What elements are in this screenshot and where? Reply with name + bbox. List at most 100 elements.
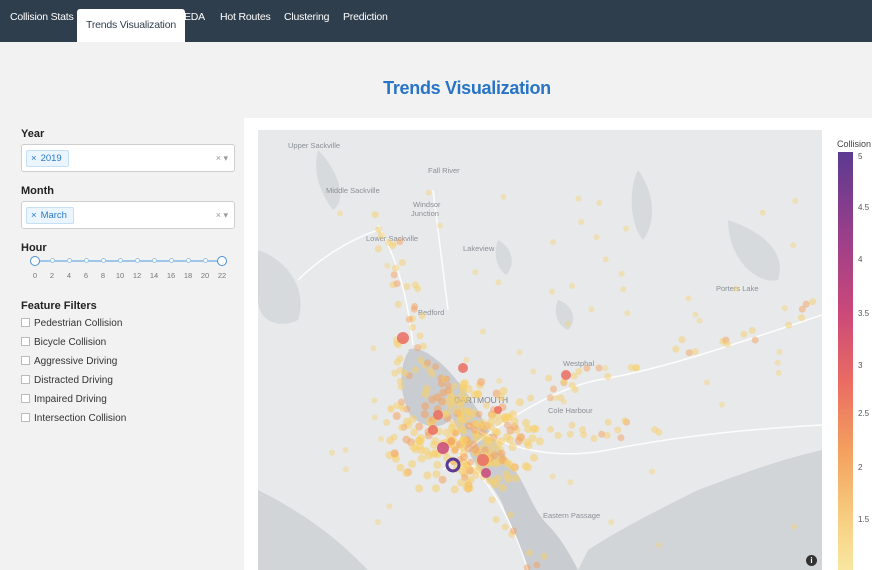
- collision-point: [685, 295, 692, 302]
- map-svg: Upper Sackville Fall River Middle Sackvill…: [258, 141, 822, 570]
- collision-point: [390, 433, 398, 441]
- collision-point: [385, 238, 393, 246]
- collision-point: [384, 262, 391, 269]
- checkbox-impaired-driving[interactable]: Impaired Driving: [21, 394, 107, 408]
- checkbox-box[interactable]: [21, 394, 30, 403]
- collision-point: [401, 369, 409, 377]
- month-chip[interactable]: × March: [26, 207, 74, 224]
- collision-point: [524, 441, 533, 450]
- hour-slider-handle-max[interactable]: [217, 256, 227, 266]
- collision-point: [451, 446, 459, 454]
- collision-point: [621, 417, 629, 425]
- collision-point: [549, 288, 556, 295]
- collision-point: [479, 433, 487, 441]
- collision-point: [602, 256, 609, 263]
- collision-point: [564, 321, 571, 327]
- collision-point: [416, 356, 424, 364]
- collision-point: [399, 406, 406, 412]
- checkbox-intersection-collision[interactable]: Intersection Collision: [21, 413, 126, 427]
- clear-dropdown-icon[interactable]: × ▾: [216, 210, 228, 221]
- collision-point: [575, 195, 582, 202]
- place-label: Windsor: [413, 200, 441, 209]
- tab-collision-stats[interactable]: Collision Stats: [10, 11, 74, 23]
- hour-slider-handle-min[interactable]: [30, 256, 40, 266]
- checkbox-bicycle-collision[interactable]: Bicycle Collision: [21, 337, 106, 351]
- hour-tick-label: 4: [66, 271, 72, 280]
- collision-point: [461, 394, 470, 403]
- collision-point: [498, 483, 507, 492]
- collision-point: [477, 454, 489, 466]
- collision-point: [774, 359, 781, 366]
- collision-point: [450, 382, 458, 390]
- collision-point: [540, 552, 548, 560]
- collision-point: [393, 280, 401, 288]
- collision-point: [433, 410, 443, 420]
- collision-point: [504, 421, 512, 429]
- collision-point: [514, 437, 523, 445]
- colorbar-tick-label: 2.5: [858, 409, 870, 418]
- collision-point: [428, 425, 438, 435]
- tab-clustering[interactable]: Clustering: [284, 11, 329, 23]
- collision-point: [428, 395, 437, 404]
- collision-point: [403, 283, 411, 290]
- collision-point: [432, 484, 440, 493]
- checkbox-box[interactable]: [21, 318, 30, 327]
- hour-slider-mark: [151, 258, 157, 263]
- collision-point: [560, 398, 567, 405]
- collision-point: [791, 523, 798, 530]
- collision-point: [508, 443, 517, 451]
- place-label: Upper Sackville: [288, 141, 340, 150]
- checkbox-distracted-driving[interactable]: Distracted Driving: [21, 375, 113, 389]
- year-select[interactable]: × 2019 × ▾: [21, 144, 235, 172]
- place-label: Lakeview: [463, 244, 495, 253]
- remove-chip-icon[interactable]: ×: [31, 210, 37, 221]
- hour-tick-label: 0: [32, 271, 38, 280]
- place-label: Cole Harbour: [548, 406, 593, 415]
- collision-point: [371, 397, 378, 404]
- collision-point: [387, 404, 394, 411]
- collision-point: [410, 428, 419, 437]
- tab-eda[interactable]: EDA: [184, 11, 205, 23]
- month-select[interactable]: × March × ▾: [21, 201, 235, 229]
- info-icon[interactable]: i: [806, 555, 817, 566]
- collision-point: [496, 377, 503, 384]
- year-chip[interactable]: × 2019: [26, 150, 69, 167]
- collision-point: [567, 479, 574, 486]
- collision-point: [472, 472, 480, 479]
- collision-point: [504, 474, 513, 483]
- collision-point: [723, 340, 731, 348]
- collision-point: [655, 428, 663, 436]
- checkbox-box[interactable]: [21, 413, 30, 422]
- checkbox-box[interactable]: [21, 337, 30, 346]
- checkbox-pedestrian-collision[interactable]: Pedestrian Collision: [21, 318, 122, 332]
- collision-point: [602, 365, 609, 371]
- collision-point: [554, 432, 562, 439]
- tab-prediction[interactable]: Prediction: [343, 11, 388, 23]
- collision-density-map[interactable]: Upper Sackville Fall River Middle Sackvill…: [258, 130, 822, 570]
- checkbox-aggressive-driving[interactable]: Aggressive Driving: [21, 356, 117, 370]
- collision-point: [377, 436, 384, 442]
- remove-chip-icon[interactable]: ×: [31, 153, 37, 164]
- collision-point: [672, 345, 680, 353]
- collision-point: [415, 484, 424, 493]
- collision-point: [516, 349, 523, 356]
- collision-point: [475, 410, 483, 418]
- collision-point: [371, 414, 378, 421]
- collision-point: [691, 348, 699, 356]
- collision-point: [417, 454, 426, 463]
- clear-dropdown-icon[interactable]: × ▾: [216, 153, 228, 164]
- hour-tick-label: 22: [217, 271, 227, 280]
- checkbox-box[interactable]: [21, 375, 30, 384]
- collision-point: [614, 426, 622, 434]
- colorbar-tick-label: 1.5: [858, 515, 870, 524]
- hour-slider-track[interactable]: [34, 260, 222, 262]
- collision-point: [510, 463, 519, 472]
- hour-slider-mark: [185, 258, 191, 263]
- tab-trends-visualization[interactable]: Trends Visualization: [77, 9, 185, 42]
- collision-point: [391, 240, 398, 247]
- collision-point: [371, 211, 379, 219]
- feature-filters-label: Feature Filters: [21, 300, 97, 312]
- checkbox-box[interactable]: [21, 356, 30, 365]
- tab-hot-routes[interactable]: Hot Routes: [220, 11, 271, 23]
- collision-point: [569, 282, 576, 289]
